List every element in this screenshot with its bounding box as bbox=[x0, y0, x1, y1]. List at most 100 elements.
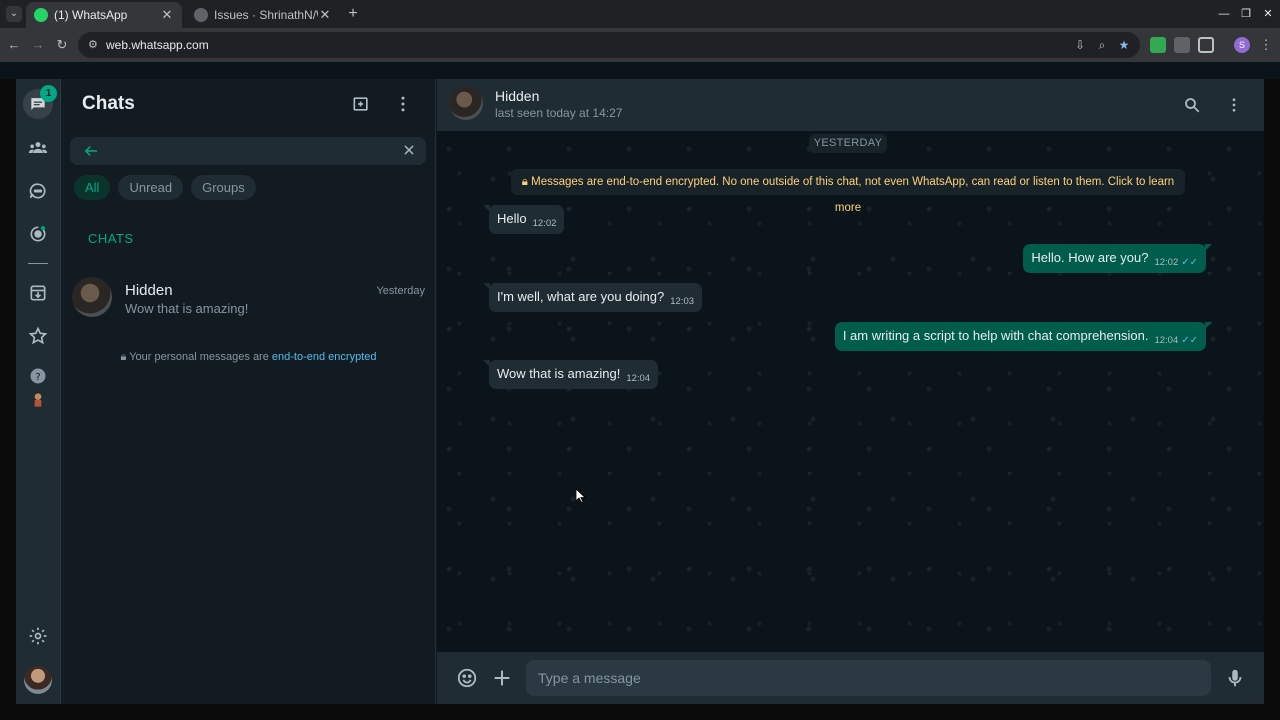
bookmark-star-icon[interactable]: ★ bbox=[1116, 37, 1132, 53]
settings-icon[interactable] bbox=[26, 624, 50, 648]
tab-github-issues[interactable]: Issues · ShrinathN/W ✕ bbox=[186, 2, 340, 28]
github-favicon-icon bbox=[194, 8, 208, 22]
filter-chips: All Unread Groups bbox=[74, 175, 256, 200]
extension-icon[interactable] bbox=[1150, 37, 1166, 53]
message-text: Hello. How are you? bbox=[1031, 250, 1149, 265]
message-time: 12:03 bbox=[670, 296, 695, 307]
chat-list-panel: Chats All Unread Groups CHATS Hidden Yes… bbox=[62, 79, 436, 704]
conversation-panel: Hidden last seen today at 14:27 YESTERDA… bbox=[437, 79, 1264, 704]
tab-title: (1) WhatsApp bbox=[54, 8, 128, 22]
browser-tab-strip: ⌄ (1) WhatsApp ✕ Issues · ShrinathN/W ✕ … bbox=[0, 0, 1280, 28]
page-bottom-margin bbox=[0, 704, 1280, 720]
minimize-icon[interactable]: — bbox=[1216, 6, 1232, 22]
meta-ai-avatar-icon[interactable] bbox=[26, 388, 50, 412]
contact-avatar bbox=[72, 277, 112, 317]
extension-icon[interactable] bbox=[1174, 37, 1190, 53]
tab-whatsapp[interactable]: (1) WhatsApp ✕ bbox=[26, 2, 182, 28]
message-composer bbox=[437, 652, 1264, 704]
message-text: I am writing a script to help with chat … bbox=[842, 328, 1149, 343]
encryption-note-text: Your personal messages are bbox=[129, 351, 269, 363]
window-close-icon[interactable]: ✕ bbox=[1260, 6, 1276, 22]
encryption-link[interactable]: end-to-end encrypted bbox=[272, 351, 377, 363]
message-incoming[interactable]: Hello 12:02 bbox=[482, 205, 565, 234]
tab-search-button[interactable]: ⌄ bbox=[6, 6, 22, 22]
read-ticks-icon: ✓✓ bbox=[1181, 257, 1198, 268]
url-text: web.whatsapp.com bbox=[106, 38, 209, 52]
back-arrow-icon[interactable] bbox=[82, 142, 100, 160]
install-app-icon[interactable]: ⇩ bbox=[1072, 37, 1088, 53]
lock-icon: 🔒︎ bbox=[521, 176, 528, 188]
filter-groups[interactable]: Groups bbox=[191, 175, 256, 200]
message-input[interactable] bbox=[526, 660, 1211, 696]
section-label: CHATS bbox=[88, 231, 134, 246]
restore-icon[interactable]: ❐ bbox=[1238, 6, 1254, 22]
message-text: Hello bbox=[497, 211, 527, 226]
whatsapp-favicon-icon bbox=[34, 8, 48, 22]
starred-icon[interactable] bbox=[26, 324, 50, 348]
browser-menu-icon[interactable]: ⋮ bbox=[1258, 37, 1274, 53]
lock-icon: 🔒︎ bbox=[120, 351, 127, 363]
profile-avatar[interactable]: S bbox=[1234, 37, 1250, 53]
filter-all[interactable]: All bbox=[74, 175, 111, 200]
archived-icon[interactable] bbox=[26, 281, 50, 305]
message-outgoing[interactable]: Hello. How are you? 12:02 ✓✓ bbox=[1023, 244, 1212, 273]
whatsapp-app: 1 ? Chats All Unread Groups CHATS Hidden… bbox=[16, 79, 1264, 704]
channels-icon[interactable] bbox=[26, 179, 50, 203]
new-chat-icon[interactable] bbox=[350, 93, 372, 115]
search-icon[interactable] bbox=[1181, 94, 1203, 116]
tab-title: Issues · ShrinathN/W bbox=[214, 8, 318, 22]
search-input[interactable] bbox=[110, 137, 390, 165]
read-ticks-icon: ✓✓ bbox=[1181, 335, 1198, 346]
nav-rail: 1 ? bbox=[16, 79, 61, 704]
browser-toolbar: ← → ↻ ⚙ web.whatsapp.com ⇩ ⌕ ★ S ⋮ bbox=[0, 28, 1280, 62]
message-text: I'm well, what are you doing? bbox=[497, 289, 665, 304]
message-text: Wow that is amazing! bbox=[497, 366, 621, 381]
conversation-header[interactable]: Hidden last seen today at 14:27 bbox=[437, 79, 1264, 131]
message-outgoing[interactable]: I am writing a script to help with chat … bbox=[834, 322, 1213, 351]
menu-icon[interactable] bbox=[1223, 94, 1245, 116]
date-divider: YESTERDAY bbox=[809, 134, 887, 153]
tab-close-icon[interactable]: ✕ bbox=[318, 7, 332, 23]
status-icon[interactable] bbox=[26, 222, 50, 246]
mouse-cursor-icon bbox=[576, 489, 586, 503]
communities-icon[interactable] bbox=[26, 136, 50, 160]
site-info-icon[interactable]: ⚙ bbox=[88, 37, 102, 53]
svg-text:?: ? bbox=[35, 372, 40, 383]
clear-search-icon[interactable] bbox=[402, 143, 416, 157]
back-icon[interactable]: ← bbox=[6, 37, 22, 53]
rail-divider bbox=[28, 263, 48, 264]
emoji-icon[interactable] bbox=[455, 666, 479, 690]
address-bar[interactable]: ⚙ web.whatsapp.com ⇩ ⌕ ★ bbox=[78, 32, 1140, 58]
contact-name: Hidden bbox=[125, 282, 173, 299]
extensions-puzzle-icon[interactable] bbox=[1198, 37, 1214, 53]
page-margin bbox=[0, 62, 1280, 79]
forward-icon[interactable]: → bbox=[30, 37, 46, 53]
tab-close-icon[interactable]: ✕ bbox=[160, 7, 174, 23]
user-avatar[interactable] bbox=[24, 666, 52, 694]
message-time: 12:02 bbox=[1154, 257, 1179, 268]
chat-list-item[interactable]: Hidden Yesterday Wow that is amazing! bbox=[62, 270, 435, 330]
help-icon[interactable]: ? bbox=[26, 364, 50, 388]
attach-plus-icon[interactable] bbox=[490, 666, 514, 690]
contact-name: Hidden bbox=[495, 88, 540, 104]
message-time: 12:04 bbox=[626, 373, 651, 384]
zoom-icon[interactable]: ⌕ bbox=[1094, 37, 1110, 53]
panel-title: Chats bbox=[82, 93, 135, 114]
filter-unread[interactable]: Unread bbox=[118, 175, 184, 200]
reload-icon[interactable]: ↻ bbox=[54, 37, 70, 53]
last-message-preview: Wow that is amazing! bbox=[125, 301, 249, 316]
microphone-icon[interactable] bbox=[1223, 666, 1247, 690]
message-incoming[interactable]: I'm well, what are you doing? 12:03 bbox=[482, 283, 703, 312]
last-seen-status: last seen today at 14:27 bbox=[495, 106, 623, 120]
message-time: 12:02 bbox=[532, 218, 557, 229]
message-incoming[interactable]: Wow that is amazing! 12:04 bbox=[482, 360, 659, 389]
contact-avatar[interactable] bbox=[449, 86, 483, 120]
encryption-note: 🔒︎ Your personal messages are end-to-end… bbox=[62, 351, 435, 364]
encryption-system-message[interactable]: 🔒︎ Messages are end-to-end encrypted. No… bbox=[511, 169, 1185, 214]
menu-icon[interactable] bbox=[392, 93, 414, 115]
chat-timestamp: Yesterday bbox=[376, 285, 425, 297]
unread-badge: 1 bbox=[40, 85, 57, 102]
message-time: 12:04 bbox=[1154, 335, 1179, 346]
search-bar bbox=[70, 137, 426, 165]
new-tab-button[interactable]: + bbox=[344, 5, 362, 23]
